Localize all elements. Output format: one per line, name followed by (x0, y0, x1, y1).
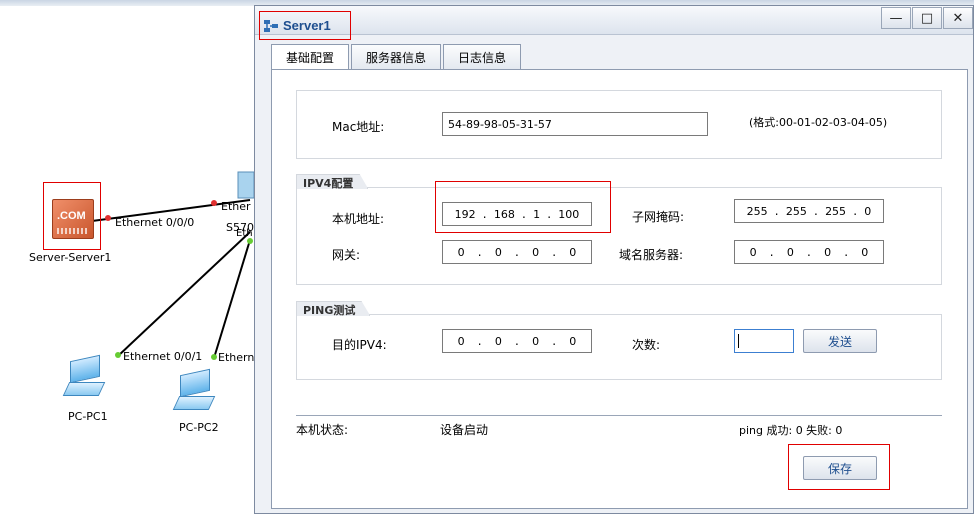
ping-group-title: PING测试 (296, 301, 371, 316)
ip-address-highlight (435, 181, 611, 233)
mask-octet: 0 (864, 204, 872, 218)
mac-group: Mac地址: 54-89-98-05-31-57 (格式:00-01-02-03… (296, 90, 942, 159)
ping-octet: 0 (457, 334, 465, 348)
gateway-octet: 0 (569, 245, 577, 259)
maximize-button[interactable]: □ (912, 7, 942, 29)
server-node-label: Server-Server1 (29, 251, 112, 264)
window-title: Server1 (283, 18, 331, 33)
pc1-node[interactable] (62, 354, 106, 404)
tab-basic-config[interactable]: 基础配置 (271, 44, 350, 70)
ping-target-label: 目的IPV4: (332, 338, 387, 352)
window-titlebar[interactable]: Server1 — □ ✕ (255, 6, 973, 40)
mac-input[interactable]: 54-89-98-05-31-57 (442, 112, 708, 136)
close-icon: ✕ (952, 10, 964, 26)
switch-port-label-a: Ether (221, 200, 251, 213)
ping-group: PING测试 目的IPV4: 0. 0. 0. 0 次数: 发送 (296, 301, 942, 380)
dns-octet: 0 (749, 245, 757, 259)
tab-bar: 基础配置 服务器信息 日志信息 (271, 44, 522, 70)
pc2-node-label: PC-PC2 (179, 421, 219, 434)
server-icon: .COM (52, 199, 94, 239)
ip-label: 本机地址: (332, 212, 385, 226)
ipv4-group-title: IPV4配置 (296, 174, 369, 189)
dns-octet: 0 (786, 245, 794, 259)
server-config-window: Server1 — □ ✕ 基础配置 服务器信息 日志信息 Mac地址: 54-… (254, 5, 974, 514)
server-icon-text: .COM (57, 210, 86, 222)
pc-icon (70, 354, 100, 384)
minimize-icon: — (889, 10, 903, 26)
text-cursor (738, 334, 739, 348)
dns-input[interactable]: 0. 0. 0. 0 (734, 240, 884, 264)
gateway-octet: 0 (457, 245, 465, 259)
gateway-input[interactable]: 0. 0. 0. 0 (442, 240, 592, 264)
mac-format-hint: (格式:00-01-02-03-04-05) (749, 116, 888, 129)
ping-octet: 0 (494, 334, 502, 348)
minimize-button[interactable]: — (881, 7, 911, 29)
status-separator (296, 415, 942, 416)
save-button[interactable]: 保存 (803, 456, 877, 480)
tab-log-info[interactable]: 日志信息 (443, 44, 522, 69)
dns-octet: 0 (861, 245, 869, 259)
app-icon (264, 19, 278, 32)
device-status-value: 设备启动 (440, 423, 489, 437)
pc1-port-label: Ethernet 0/0/1 (123, 350, 203, 363)
ping-octet: 0 (569, 334, 577, 348)
ping-count-label: 次数: (632, 338, 661, 352)
maximize-icon: □ (920, 10, 934, 26)
pc2-node[interactable] (172, 368, 216, 418)
subnet-mask-input[interactable]: 255. 255. 255. 0 (734, 199, 884, 223)
mask-octet: 255 (825, 204, 847, 218)
close-button[interactable]: ✕ (943, 7, 973, 29)
mask-octet: 255 (785, 204, 807, 218)
ping-send-button[interactable]: 发送 (803, 329, 877, 353)
dns-octet: 0 (824, 245, 832, 259)
ping-target-input[interactable]: 0. 0. 0. 0 (442, 329, 592, 353)
pc-icon (180, 368, 210, 398)
device-status-label: 本机状态: (296, 423, 349, 437)
gateway-octet: 0 (494, 245, 502, 259)
gateway-label: 网关: (332, 248, 361, 262)
ipv4-group: IPV4配置 本机地址: 192. 168. 1. 100 子网掩码: 255.… (296, 174, 942, 285)
basic-config-panel: Mac地址: 54-89-98-05-31-57 (格式:00-01-02-03… (271, 69, 968, 509)
subnet-mask-label: 子网掩码: (632, 210, 685, 224)
gateway-octet: 0 (532, 245, 540, 259)
dns-label: 域名服务器: (619, 248, 684, 262)
mac-value: 54-89-98-05-31-57 (448, 117, 552, 131)
pc1-node-label: PC-PC1 (68, 410, 108, 423)
server-node[interactable]: .COM (43, 182, 101, 250)
mac-label: Mac地址: (332, 120, 385, 134)
ping-count-input[interactable] (734, 329, 794, 353)
mask-octet: 255 (746, 204, 768, 218)
switch-port-label-b: Eth (236, 228, 253, 239)
ping-result-text: ping 成功: 0 失败: 0 (739, 424, 843, 437)
tab-server-info[interactable]: 服务器信息 (351, 44, 442, 69)
window-title-highlight: Server1 (259, 11, 351, 40)
server-port-label: Ethernet 0/0/0 (115, 216, 195, 229)
ping-octet: 0 (532, 334, 540, 348)
